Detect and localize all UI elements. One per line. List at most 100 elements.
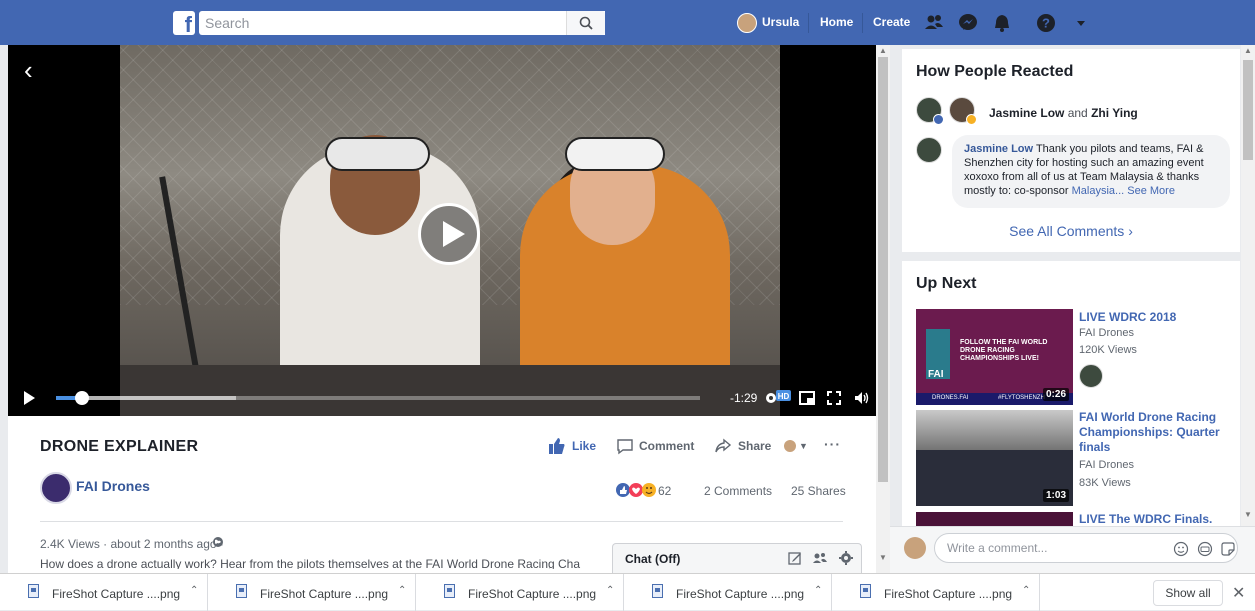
comment-input[interactable]: Write a comment... [934,533,1238,563]
friend-watched-avatar[interactable] [1079,364,1103,388]
top-navigation-bar: f Search Ursula Home Create ? [0,0,1255,45]
create-group-icon[interactable] [812,551,828,565]
profile-link[interactable]: Ursula [762,15,799,29]
chevron-up-icon[interactable]: ⌃ [190,585,198,596]
scrollbar-thumb[interactable] [878,57,888,482]
like-thumb-icon[interactable] [548,437,566,455]
up-next-video-title[interactable]: FAI World Drone Racing Championships: Qu… [1079,410,1229,455]
help-icon[interactable]: ? [1035,12,1057,34]
video-player[interactable]: ‹ -1:29 HD [8,45,876,416]
download-filename: FireShot Capture ....png [52,587,181,601]
account-menu-caret-icon[interactable] [1070,12,1092,34]
video-thumbnail[interactable] [916,512,1073,526]
downloads-bar: FireShot Capture ....png ⌃ FireShot Capt… [0,573,1255,611]
reactors-summary: Jasmine Low and Zhi Ying [989,106,1138,120]
fullscreen-icon[interactable] [825,389,843,407]
video-thumbnail[interactable]: FAI FOLLOW THE FAI WORLD DRONE RACING CH… [916,309,1073,405]
haha-badge-icon [966,114,977,125]
back-arrow-icon[interactable]: ‹ [24,57,33,83]
page-name-link[interactable]: FAI Drones [76,478,150,494]
gif-icon[interactable] [1197,541,1213,557]
page-logo[interactable] [40,472,72,504]
chevron-up-icon[interactable]: ⌃ [1022,585,1030,596]
chat-bar[interactable]: Chat (Off) [612,543,862,573]
up-next-video-title[interactable]: LIVE The WDRC Finals. [1079,512,1229,526]
download-item[interactable]: FireShot Capture ....png ⌃ [416,574,624,611]
main-scrollbar[interactable]: ▲ ▼ [876,45,890,573]
more-options-icon[interactable]: ··· [824,436,841,452]
video-title: DRONE EXPLAINER [40,438,199,455]
download-item[interactable]: FireShot Capture ....png ⌃ [832,574,1040,611]
play-overlay-button[interactable] [418,203,480,265]
download-item[interactable]: FireShot Capture ....png ⌃ [624,574,832,611]
user-avatar[interactable] [904,537,926,559]
facebook-logo[interactable]: f [173,11,195,35]
like-button[interactable]: Like [572,439,596,453]
messenger-icon[interactable] [957,12,979,34]
reactions-count[interactable]: 62 [658,484,671,498]
chat-settings-gear-icon[interactable] [838,550,854,566]
image-file-icon [860,584,871,598]
post-as-avatar[interactable] [784,440,796,452]
create-link[interactable]: Create [873,15,910,29]
shares-count[interactable]: 25 Shares [791,484,846,498]
up-next-channel[interactable]: FAI Drones [1079,459,1134,471]
up-next-views: 120K Views [1079,344,1137,356]
share-icon[interactable] [714,437,732,455]
video-thumbnail[interactable]: 1:03 [916,410,1073,506]
video-description: How does a drone actually work? Hear fro… [40,557,581,569]
chevron-up-icon[interactable]: ⌃ [814,585,822,596]
progress-handle[interactable] [74,391,89,405]
reactor-name[interactable]: Zhi Ying [1091,106,1138,120]
download-item[interactable]: FireShot Capture ....png ⌃ [0,574,208,611]
share-button[interactable]: Share [738,439,771,453]
chevron-up-icon[interactable]: ⌃ [398,585,406,596]
show-all-downloads-button[interactable]: Show all [1153,580,1223,606]
up-next-panel: Up Next FAI FOLLOW THE FAI WORLD DRONE R… [902,261,1240,526]
reactor-name[interactable]: Jasmine Low [989,106,1064,120]
play-icon[interactable] [24,391,35,405]
search-button[interactable] [566,11,605,35]
video-controls: -1:29 HD [8,382,876,416]
up-next-video-title[interactable]: LIVE WDRC 2018 [1079,310,1229,325]
video-duration: 0:26 [1042,388,1069,401]
close-icon[interactable]: ✕ [1232,583,1245,603]
scroll-up-arrow-icon[interactable]: ▲ [1244,46,1252,55]
up-next-title: Up Next [916,275,977,292]
chevron-up-icon[interactable]: ⌃ [606,585,614,596]
scroll-up-arrow-icon[interactable]: ▲ [879,46,887,55]
commenter-avatar[interactable] [916,137,942,163]
nav-divider [808,13,809,33]
comment-author[interactable]: Jasmine Low [964,143,1033,155]
post-as-caret-icon[interactable]: ▼ [799,441,808,451]
home-link[interactable]: Home [820,15,853,29]
scrollbar-thumb[interactable] [1243,60,1253,160]
see-all-comments-link[interactable]: See All Comments › [902,223,1240,239]
reactions-panel: How People Reacted Jasmine Low and Zhi Y… [902,49,1240,252]
emoji-icon[interactable] [1173,541,1189,557]
comments-count[interactable]: 2 Comments [704,484,772,498]
picture-in-picture-icon[interactable] [798,389,816,407]
search-icon [579,16,593,30]
sidebar-scrollbar[interactable]: ▲ ▼ [1241,45,1255,526]
user-avatar[interactable] [737,13,757,33]
progress-bar[interactable] [56,391,700,405]
friend-requests-icon[interactable] [923,12,945,34]
notifications-bell-icon[interactable] [991,12,1013,34]
hd-settings-icon[interactable]: HD [766,389,792,405]
up-next-channel[interactable]: FAI Drones [1079,327,1134,339]
hashtag-link[interactable]: Malaysia... [1072,185,1125,197]
new-message-icon[interactable] [788,551,802,565]
image-file-icon [444,584,455,598]
sticker-icon[interactable] [1220,541,1236,557]
scroll-down-arrow-icon[interactable]: ▼ [879,553,887,562]
comment-icon[interactable] [616,437,634,455]
volume-icon[interactable] [853,389,871,407]
search-input[interactable]: Search [199,11,605,35]
globe-icon[interactable] [212,536,224,548]
scroll-down-arrow-icon[interactable]: ▼ [1244,510,1252,519]
comment-button[interactable]: Comment [639,439,694,453]
see-more-link[interactable]: See More [1127,185,1175,197]
reaction-icons[interactable] [616,482,656,498]
download-item[interactable]: FireShot Capture ....png ⌃ [208,574,416,611]
